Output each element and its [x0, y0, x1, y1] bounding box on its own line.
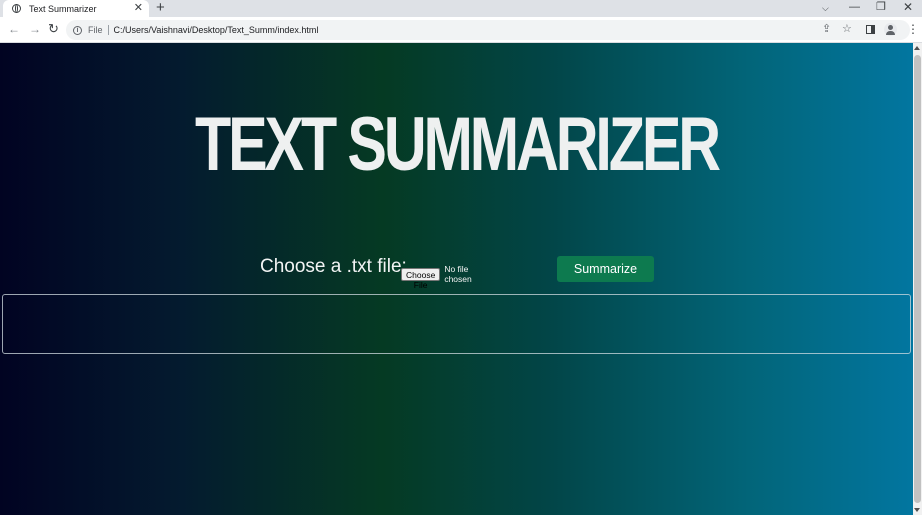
globe-icon [12, 4, 21, 13]
upload-label: Choose a .txt file: [260, 256, 407, 277]
browser-toolbar: ← → ↻ i File C:/Users/Vaishnavi/Desktop/… [0, 17, 922, 43]
tab-close-icon[interactable]: ✕ [134, 2, 143, 14]
scroll-down-icon[interactable] [914, 508, 920, 512]
menu-icon[interactable]: ⋮ [907, 21, 919, 37]
choose-file-button[interactable]: Choose File [401, 267, 441, 290]
address-bar[interactable]: i File C:/Users/Vaishnavi/Desktop/Text_S… [66, 20, 910, 40]
summary-output-box[interactable] [2, 294, 911, 354]
tab-title: Text Summarizer [29, 3, 97, 14]
minimize-icon[interactable]: — [849, 0, 860, 14]
page-scrollbar[interactable] [913, 43, 922, 515]
file-status: No file chosen [444, 264, 472, 284]
info-icon[interactable]: i [73, 25, 82, 35]
summarize-button[interactable]: Summarize [557, 256, 654, 282]
tab-strip: Text Summarizer ✕ + ⌵ — ❐ ✕ [0, 0, 922, 17]
file-input[interactable]: Choose File No file chosen [401, 264, 472, 290]
profile-icon[interactable] [884, 23, 897, 36]
restore-icon[interactable]: ❐ [876, 0, 886, 14]
reload-icon[interactable]: ↻ [48, 21, 59, 37]
forward-icon[interactable]: → [29, 21, 41, 37]
back-icon[interactable]: ← [8, 21, 20, 37]
page-content: TEXT SUMMARIZER Choose a .txt file: Choo… [0, 43, 913, 515]
scroll-thumb[interactable] [914, 55, 921, 503]
share-icon[interactable]: ⇪ [822, 21, 831, 37]
side-panel-icon[interactable] [866, 25, 875, 34]
close-window-icon[interactable]: ✕ [903, 0, 913, 14]
bookmark-star-icon[interactable]: ☆ [842, 21, 852, 37]
url-text[interactable]: C:/Users/Vaishnavi/Desktop/Text_Summ/ind… [114, 25, 319, 35]
scroll-up-icon[interactable] [914, 46, 920, 50]
page-title: TEXT SUMMARIZER [195, 102, 721, 187]
divider [107, 25, 109, 35]
new-tab-icon[interactable]: + [156, 0, 165, 16]
browser-tab[interactable]: Text Summarizer ✕ [3, 0, 149, 17]
scheme-label: File [88, 25, 103, 35]
tab-search-icon[interactable]: ⌵ [822, 1, 829, 15]
